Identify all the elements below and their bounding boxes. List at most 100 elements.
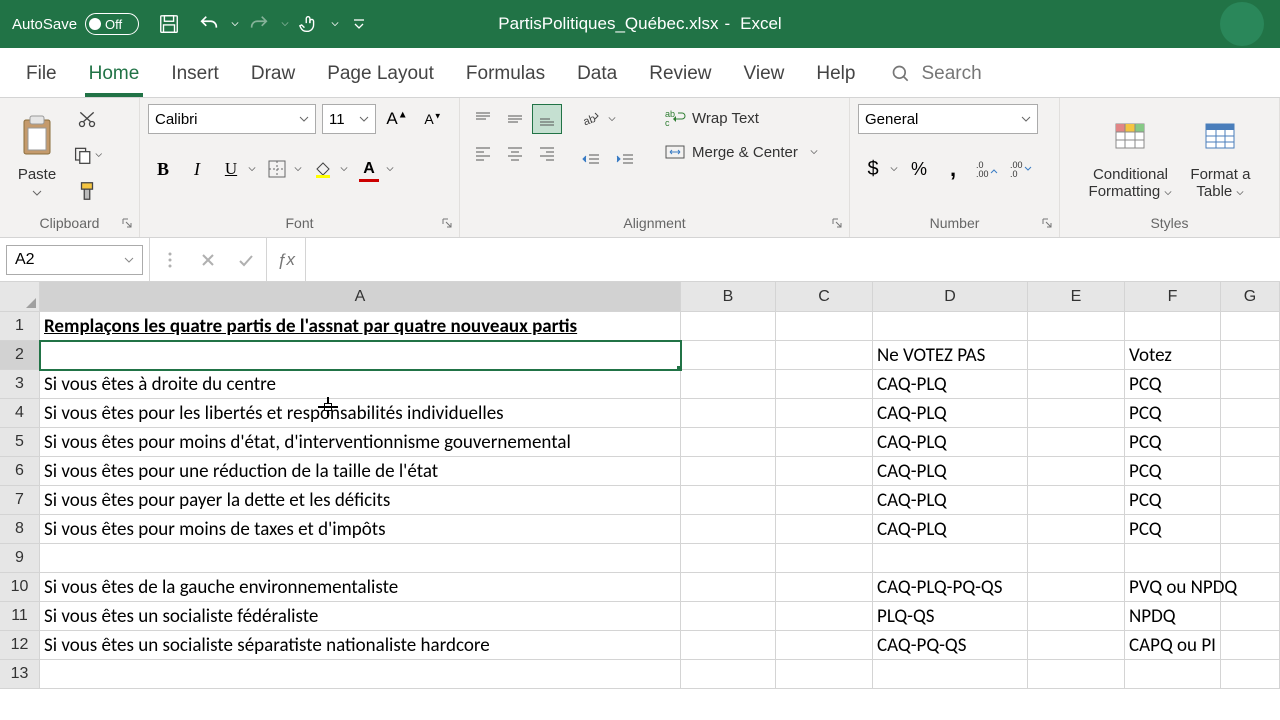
undo-caret[interactable]: [231, 20, 239, 28]
cell[interactable]: [40, 660, 681, 689]
cell[interactable]: [681, 341, 776, 370]
cell[interactable]: [681, 544, 776, 573]
row-header[interactable]: 5: [0, 428, 40, 457]
save-icon[interactable]: [153, 8, 185, 40]
user-avatar[interactable]: [1220, 2, 1264, 46]
cell[interactable]: [776, 457, 873, 486]
cell[interactable]: Ne VOTEZ PAS: [873, 341, 1028, 370]
select-all-corner[interactable]: [0, 282, 40, 312]
tab-page-layout[interactable]: Page Layout: [311, 53, 450, 97]
toggle-switch[interactable]: Off: [85, 13, 139, 35]
underline-button[interactable]: U: [216, 154, 246, 184]
cell[interactable]: CAQ-PQ-QS: [873, 631, 1028, 660]
cell[interactable]: [1221, 573, 1280, 602]
cell[interactable]: [776, 312, 873, 341]
cell[interactable]: NPDQ: [1125, 602, 1221, 631]
cell[interactable]: CAQ-PLQ: [873, 399, 1028, 428]
borders-caret[interactable]: [294, 166, 304, 172]
clipboard-dialog-launcher[interactable]: [121, 217, 135, 231]
number-dialog-launcher[interactable]: [1041, 217, 1055, 231]
align-bottom-button[interactable]: [532, 104, 562, 134]
increase-indent-button[interactable]: [610, 145, 640, 175]
cell[interactable]: CAQ-PLQ: [873, 370, 1028, 399]
cell[interactable]: [1221, 399, 1280, 428]
cell[interactable]: Si vous êtes un socialiste séparatiste n…: [40, 631, 681, 660]
cell[interactable]: [1028, 399, 1125, 428]
cell[interactable]: [873, 312, 1028, 341]
cell[interactable]: [1028, 631, 1125, 660]
format-painter-button[interactable]: [72, 176, 102, 206]
cell[interactable]: [1221, 457, 1280, 486]
row-header[interactable]: 6: [0, 457, 40, 486]
cell[interactable]: [1028, 544, 1125, 573]
cell[interactable]: [776, 660, 873, 689]
cell[interactable]: [776, 602, 873, 631]
qat-customize-icon[interactable]: [343, 8, 375, 40]
paste-button[interactable]: Paste: [8, 104, 66, 205]
cell[interactable]: Si vous êtes pour une réduction de la ta…: [40, 457, 681, 486]
cell[interactable]: [1028, 602, 1125, 631]
cell[interactable]: [776, 631, 873, 660]
row-header[interactable]: 10: [0, 573, 40, 602]
increase-font-button[interactable]: A▲: [382, 104, 412, 134]
borders-button[interactable]: [262, 154, 292, 184]
name-box[interactable]: A2: [0, 238, 150, 281]
font-color-caret[interactable]: [386, 166, 396, 172]
increase-decimal-button[interactable]: .0.00: [972, 154, 1002, 184]
cell[interactable]: [1221, 544, 1280, 573]
cell[interactable]: [1221, 370, 1280, 399]
cell[interactable]: [776, 544, 873, 573]
align-left-button[interactable]: [468, 138, 498, 168]
align-top-button[interactable]: [468, 104, 498, 134]
cell[interactable]: [776, 486, 873, 515]
cell[interactable]: [1221, 341, 1280, 370]
cell-selected[interactable]: [40, 341, 681, 370]
formula-input[interactable]: [306, 238, 1280, 281]
decrease-indent-button[interactable]: [576, 145, 606, 175]
col-header-b[interactable]: B: [681, 282, 776, 312]
col-header-d[interactable]: D: [873, 282, 1028, 312]
cell[interactable]: [681, 312, 776, 341]
cell[interactable]: Si vous êtes pour moins de taxes et d'im…: [40, 515, 681, 544]
tab-draw[interactable]: Draw: [235, 53, 311, 97]
tab-review[interactable]: Review: [633, 53, 727, 97]
cell[interactable]: PLQ-QS: [873, 602, 1028, 631]
cell[interactable]: PCQ: [1125, 515, 1221, 544]
cell[interactable]: [1221, 660, 1280, 689]
cell[interactable]: [1221, 631, 1280, 660]
cell[interactable]: [1028, 573, 1125, 602]
cell[interactable]: [1221, 486, 1280, 515]
fbar-dropdown[interactable]: [156, 246, 184, 274]
cell[interactable]: CAQ-PLQ: [873, 457, 1028, 486]
cell[interactable]: CAQ-PLQ-PQ-QS: [873, 573, 1028, 602]
merge-center-button[interactable]: Merge & Center: [656, 140, 826, 164]
cell[interactable]: [681, 457, 776, 486]
accounting-format-button[interactable]: $: [858, 154, 888, 184]
font-name-combo[interactable]: Calibri: [148, 104, 316, 134]
row-header[interactable]: 13: [0, 660, 40, 689]
cell[interactable]: [681, 631, 776, 660]
cell[interactable]: [681, 515, 776, 544]
cell[interactable]: PCQ: [1125, 370, 1221, 399]
cell[interactable]: [681, 602, 776, 631]
row-header[interactable]: 4: [0, 399, 40, 428]
cell[interactable]: [681, 573, 776, 602]
orientation-button[interactable]: ab: [576, 104, 606, 134]
cell[interactable]: CAQ-PLQ: [873, 428, 1028, 457]
cell[interactable]: [776, 370, 873, 399]
bold-button[interactable]: B: [148, 154, 178, 184]
cell[interactable]: Si vous êtes pour moins d'état, d'interv…: [40, 428, 681, 457]
search-button[interactable]: Search: [891, 63, 981, 97]
cell[interactable]: PVQ ou NPDQ: [1125, 573, 1221, 602]
percent-format-button[interactable]: %: [904, 154, 934, 184]
col-header-g[interactable]: G: [1221, 282, 1280, 312]
cell[interactable]: [1125, 660, 1221, 689]
copy-button[interactable]: [72, 140, 102, 170]
cell[interactable]: [1028, 660, 1125, 689]
cell[interactable]: [1125, 312, 1221, 341]
cell[interactable]: PCQ: [1125, 399, 1221, 428]
fill-color-caret[interactable]: [340, 166, 350, 172]
cell[interactable]: CAPQ ou PI: [1125, 631, 1221, 660]
cell[interactable]: Si vous êtes à droite du centre: [40, 370, 681, 399]
row-header[interactable]: 9: [0, 544, 40, 573]
